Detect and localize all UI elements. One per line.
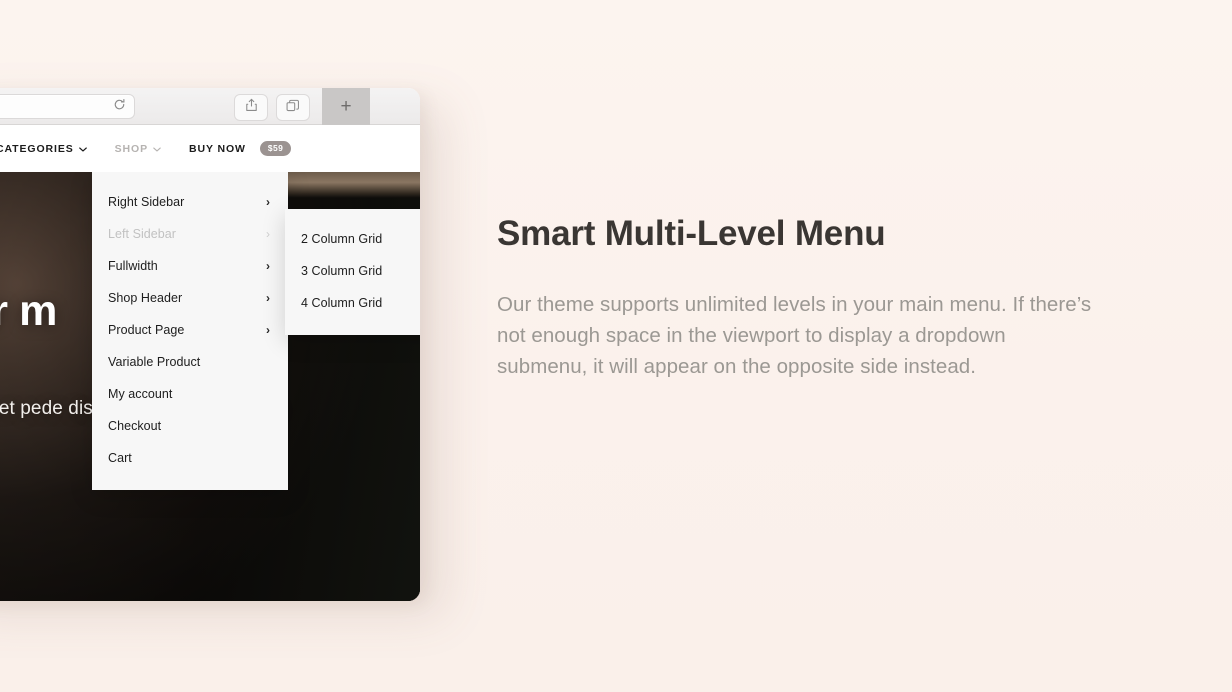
- chevron-down-icon: [78, 146, 87, 154]
- new-tab-button[interactable]: +: [322, 88, 370, 125]
- menu-item-3-column-grid[interactable]: 3 Column Grid: [285, 255, 420, 287]
- menu-item-fullwidth[interactable]: Fullwidth ›: [92, 250, 288, 282]
- menu-item-label: Variable Product: [108, 355, 201, 369]
- dropdown-menu-level-2: 2 Column Grid 3 Column Grid 4 Column Gri…: [285, 209, 420, 335]
- menu-item-my-account[interactable]: My account: [92, 378, 288, 410]
- chevron-right-icon: ›: [265, 195, 270, 209]
- nav-item-label: CATEGORIES: [0, 142, 74, 155]
- feature-heading: Smart Multi-Level Menu: [497, 214, 886, 253]
- reload-icon[interactable]: [113, 98, 126, 116]
- nav-item-label: SHOP: [114, 142, 149, 155]
- menu-item-label: Product Page: [108, 323, 185, 337]
- chevron-right-icon: ›: [265, 323, 270, 337]
- browser-toolbar: +: [0, 88, 420, 125]
- nav-item-shop[interactable]: SHOP: [115, 143, 161, 155]
- menu-item-label: Left Sidebar: [108, 227, 177, 241]
- address-bar[interactable]: [0, 94, 135, 119]
- price-badge: $59: [259, 141, 292, 156]
- chevron-right-icon: ›: [265, 227, 270, 241]
- menu-item-cart[interactable]: Cart: [92, 442, 288, 474]
- menu-item-label: 4 Column Grid: [301, 296, 383, 310]
- browser-window: + CATEGORIES SHOP BUY NOW $59 m et pede …: [0, 88, 420, 601]
- menu-item-2-column-grid[interactable]: 2 Column Grid: [285, 223, 420, 255]
- menu-item-label: 2 Column Grid: [301, 232, 383, 246]
- menu-item-left-sidebar[interactable]: Left Sidebar ›: [92, 218, 288, 250]
- menu-item-label: 3 Column Grid: [301, 264, 383, 278]
- menu-item-4-column-grid[interactable]: 4 Column Grid: [285, 287, 420, 319]
- chevron-right-icon: ›: [265, 291, 270, 305]
- dropdown-menu-level-1: Right Sidebar › Left Sidebar › Fullwidth…: [92, 172, 288, 490]
- tabs-icon: [286, 99, 300, 117]
- menu-item-label: Shop Header: [108, 291, 183, 305]
- chevron-right-icon: ›: [265, 259, 270, 273]
- plus-icon: +: [340, 96, 352, 117]
- menu-item-checkout[interactable]: Checkout: [92, 410, 288, 442]
- menu-item-label: Checkout: [108, 419, 162, 433]
- page-hero: porttitor m 62 SHARES nar montes lorem e…: [0, 172, 420, 601]
- menu-item-variable-product[interactable]: Variable Product: [92, 346, 288, 378]
- menu-item-label: My account: [108, 387, 173, 401]
- feature-copy-panel: Smart Multi-Level Menu Our theme support…: [497, 214, 1117, 383]
- menu-item-right-sidebar[interactable]: Right Sidebar ›: [92, 186, 288, 218]
- menu-item-label: Fullwidth: [108, 259, 158, 273]
- page-canvas: + CATEGORIES SHOP BUY NOW $59 m et pede …: [0, 0, 1232, 692]
- nav-item-label: BUY NOW: [189, 142, 246, 155]
- nav-item-buy-now[interactable]: BUY NOW $59: [189, 141, 292, 156]
- nav-item-categories[interactable]: CATEGORIES: [0, 143, 87, 155]
- feature-description: Our theme supports unlimited levels in y…: [497, 293, 1092, 378]
- menu-item-shop-header[interactable]: Shop Header ›: [92, 282, 288, 314]
- chevron-down-icon: [153, 146, 161, 154]
- share-icon: [245, 98, 258, 117]
- menu-item-product-page[interactable]: Product Page ›: [92, 314, 288, 346]
- site-navigation: CATEGORIES SHOP BUY NOW $59: [0, 125, 420, 172]
- tabs-button[interactable]: [276, 94, 310, 121]
- menu-item-label: Cart: [108, 451, 132, 465]
- share-button[interactable]: [234, 94, 268, 121]
- menu-item-label: Right Sidebar: [108, 195, 185, 209]
